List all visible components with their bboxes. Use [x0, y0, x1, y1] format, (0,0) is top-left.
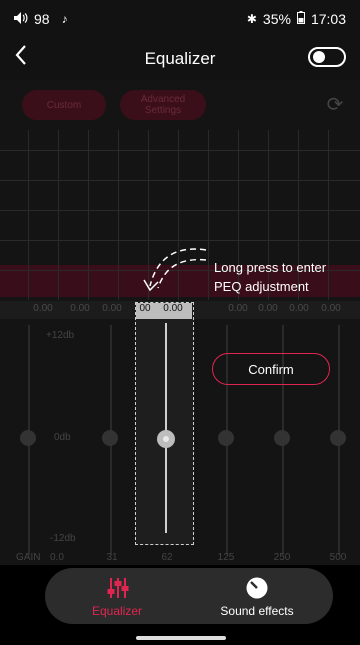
tab-label: Equalizer: [91, 604, 143, 618]
gain-value: 00: [139, 303, 151, 314]
page-title: Equalizer: [144, 49, 216, 68]
eq-slider-knob[interactable]: [157, 430, 175, 448]
tab-bar: Equalizer Sound effects: [45, 568, 333, 624]
db-top-label: +12db: [46, 330, 75, 341]
eq-slider-knob[interactable]: [274, 430, 290, 446]
gain-label: GAIN: [16, 552, 41, 563]
tab-equalizer[interactable]: Equalizer: [57, 572, 177, 622]
volume-level: 98: [34, 11, 50, 27]
advanced-settings-button[interactable]: Advanced Settings: [120, 90, 206, 120]
clock: 17:03: [310, 11, 346, 27]
equalizer-toggle[interactable]: [308, 47, 346, 67]
eq-slider-knob[interactable]: [102, 430, 118, 446]
music-note-icon: ♪: [61, 12, 68, 26]
tab-sound-effects[interactable]: Sound effects: [197, 572, 317, 622]
eq-slider-knob[interactable]: [330, 430, 346, 446]
tab-label: Sound effects: [220, 604, 294, 618]
highlighted-band-slider[interactable]: 00 0.00: [135, 302, 194, 545]
volume-icon: [14, 11, 28, 27]
freq-label: 500: [329, 552, 347, 563]
eq-slider-track: [165, 323, 167, 533]
gain-value: 0.00: [102, 303, 122, 314]
sound-effects-icon: [246, 577, 268, 599]
gain-value: 0.00: [321, 303, 341, 314]
battery-icon: [296, 11, 305, 27]
peq-hint-text: Long press to enter PEQ adjustment: [214, 260, 327, 294]
home-indicator[interactable]: [136, 636, 226, 640]
eq-slider-knob[interactable]: [20, 430, 36, 446]
battery-level: 35%: [262, 11, 291, 27]
app-bar: Equalizer: [0, 38, 360, 80]
freq-label: 62: [161, 552, 173, 563]
db-mid-label: 0db: [54, 432, 71, 443]
gain-value: 0.00: [163, 303, 183, 314]
db-bottom-label: -12db: [50, 533, 76, 544]
equalizer-icon: [107, 578, 129, 598]
eq-slider-knob[interactable]: [218, 430, 234, 446]
bluetooth-wifi-icon: ✱: [246, 12, 257, 26]
confirm-button[interactable]: Confirm: [212, 353, 330, 385]
gain-value: 0.00: [33, 303, 53, 314]
status-bar: 98 ♪ ✱ 35% 17:03: [0, 0, 360, 38]
equalizer-panel: Custom Advanced Settings ⟳ 0.00 0.00 0.0…: [0, 80, 360, 565]
reset-icon[interactable]: ⟳: [324, 94, 346, 116]
freq-label: 31: [106, 552, 118, 563]
gain-value-label: 0.0: [50, 552, 64, 563]
custom-preset-button[interactable]: Custom: [22, 90, 106, 120]
gain-value: 0.00: [70, 303, 90, 314]
toggle-knob: [313, 51, 325, 63]
bottom-navigation: Equalizer Sound effects: [0, 565, 360, 645]
hint-arrow-icon: [143, 248, 207, 292]
gain-value: 0.00: [289, 303, 309, 314]
freq-label: 250: [273, 552, 291, 563]
freq-label: 125: [217, 552, 235, 563]
highlight-gain-values: 00 0.00: [136, 303, 192, 319]
